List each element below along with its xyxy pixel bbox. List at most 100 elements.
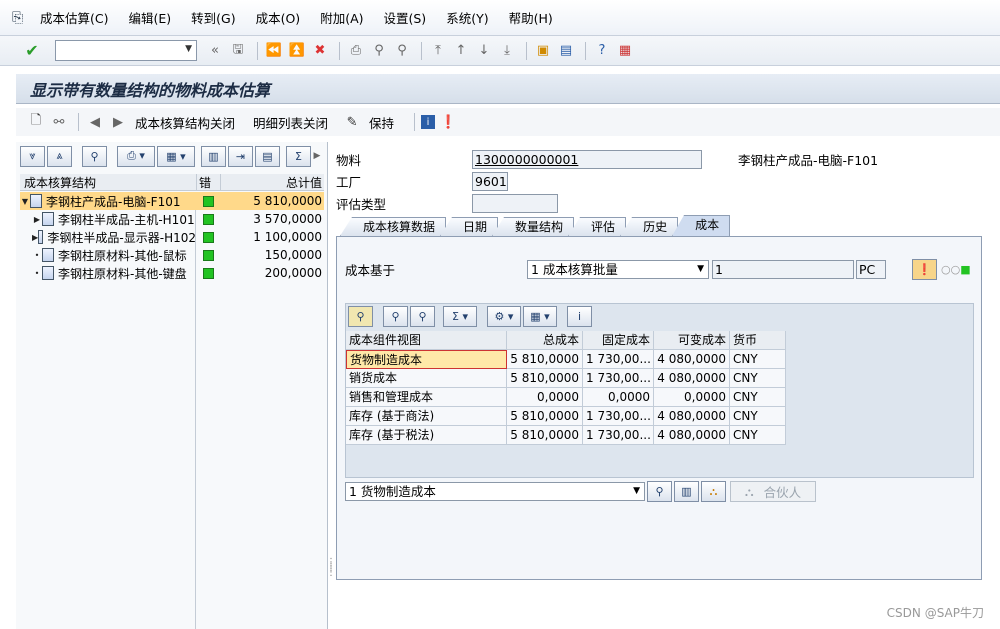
menu-system[interactable]: 系统(Y) (446, 8, 488, 27)
table-cell[interactable]: 货物制造成本 (346, 350, 507, 369)
detail-list-close-button[interactable]: 明细列表关闭 (253, 113, 328, 132)
tree-row[interactable]: ▶ 李钢柱半成品-主机-H101 3 570,0000 (20, 210, 324, 228)
new-session-icon[interactable]: ▣ (533, 41, 553, 61)
tree-header-structure[interactable]: 成本核算结构 (20, 174, 196, 190)
hierarchy-icon[interactable]: ⛬ (701, 481, 726, 502)
tab-dates[interactable]: 日期 (440, 217, 499, 236)
expand-all-icon[interactable]: ⩔ (20, 145, 45, 167)
unit-field[interactable]: PC (856, 260, 886, 279)
help-icon[interactable]: ? (592, 41, 612, 61)
table-cell[interactable]: 销售和管理成本 (346, 388, 507, 407)
last-page-icon[interactable]: ⤓ (497, 41, 517, 61)
previous-icon[interactable]: ◀ (85, 112, 105, 132)
table-view-icon[interactable]: ▥ (674, 481, 699, 502)
tree-header-error[interactable]: 错 (196, 174, 220, 190)
tab-valuation[interactable]: 评估 (568, 217, 627, 236)
tree-row[interactable]: ▼ 李钢柱产成品-电脑-F101 5 810,0000 (20, 192, 324, 210)
tree-header-total[interactable]: 总计值 (220, 174, 324, 190)
collapse-all-icon[interactable]: ⩓ (47, 145, 72, 167)
qty-field[interactable]: 1 (712, 260, 854, 279)
layout-select-icon[interactable]: ▦ ▾ (157, 145, 195, 167)
table-row[interactable]: 库存 (基于商法) 5 810,0000 1 730,00... 4 080,0… (346, 407, 786, 426)
tab-costs[interactable]: 成本 (672, 215, 731, 236)
cost-based-select[interactable]: 1 成本核算批量 ▼ (527, 260, 709, 279)
find-next-icon[interactable]: ⚲ (410, 305, 435, 327)
table-row[interactable]: 销售和管理成本 0,0000 0,0000 0,0000 CNY (346, 388, 786, 407)
find-icon[interactable]: ⚲ (383, 305, 408, 327)
tree-row[interactable]: ▶ 李钢柱半成品-显示器-H102 1 100,0000 (20, 228, 324, 246)
print-icon[interactable]: ⎙ (346, 41, 366, 61)
menu-edit[interactable]: 编辑(E) (128, 8, 171, 27)
valuation-field[interactable] (472, 193, 558, 213)
menu-cost[interactable]: 成本(O) (256, 8, 301, 27)
more-icon[interactable]: ▶ (313, 146, 321, 166)
details-icon[interactable]: ▤ (255, 145, 280, 167)
sum-icon[interactable]: Σ ▾ (443, 305, 477, 327)
message-log-icon[interactable]: ❗ (438, 112, 458, 132)
chevron-down-icon[interactable]: ▼ (697, 261, 704, 278)
table-cell[interactable]: 库存 (基于商法) (346, 407, 507, 426)
back-icon[interactable]: ⏪ (264, 41, 284, 61)
glasses-icon[interactable]: ⚯ (49, 112, 69, 132)
menu-help[interactable]: 帮助(H) (509, 8, 553, 27)
export-icon[interactable]: ⚙ ▾ (487, 305, 521, 327)
col-header-component[interactable]: 成本组件视图 (346, 331, 507, 350)
tab-costing-data[interactable]: 成本核算数据 (340, 217, 447, 236)
print-icon[interactable]: ⎙ ▾ (117, 145, 155, 167)
tree-row[interactable]: • 李钢柱原材料-其他-鼠标 150,0000 (20, 246, 324, 264)
table-cell[interactable]: 库存 (基于税法) (346, 426, 507, 445)
table-row[interactable]: 货物制造成本 5 810,0000 1 730,00... 4 080,0000… (346, 350, 786, 369)
menu-toggle-icon[interactable]: ⎘ (12, 9, 30, 27)
enter-icon[interactable]: ✔ (22, 41, 42, 61)
tab-history[interactable]: 历史 (620, 217, 679, 236)
first-page-icon[interactable]: ⤒ (428, 41, 448, 61)
next-icon[interactable]: ▶ (108, 112, 128, 132)
material-field[interactable]: 1300000000001 (472, 149, 702, 169)
export-icon[interactable]: ⇥ (228, 145, 253, 167)
cancel-icon[interactable]: ✖ (310, 41, 330, 61)
find-icon[interactable]: ⚲ (82, 145, 107, 167)
exit-icon[interactable]: ⏫ (287, 41, 307, 61)
shortcut-icon[interactable]: ▤ (556, 41, 576, 61)
menu-cost-estimate[interactable]: 成本估算(C) (40, 8, 108, 27)
menu-goto[interactable]: 转到(G) (191, 8, 235, 27)
save-icon[interactable]: 🖫 (228, 41, 248, 61)
table-cell[interactable]: 销货成本 (346, 369, 507, 388)
find-icon[interactable]: ⚲ (369, 41, 389, 61)
chevron-down-icon[interactable]: ▼ (185, 44, 192, 54)
menu-extras[interactable]: 附加(A) (320, 8, 363, 27)
col-header-currency[interactable]: 货币 (730, 331, 786, 350)
info-icon[interactable]: i (421, 115, 436, 129)
info-icon[interactable]: i (567, 305, 592, 327)
pane-splitter[interactable]: ⋮ ⋮ ⋮ (326, 558, 336, 578)
new-document-icon[interactable]: 🗋 (26, 112, 46, 132)
next-page-icon[interactable]: ↓ (474, 41, 494, 61)
partner-button[interactable]: ⛬ 合伙人 (730, 481, 816, 502)
tree-row[interactable]: • 李钢柱原材料-其他-键盘 200,0000 (20, 264, 324, 282)
prev-page-icon[interactable]: ↑ (451, 41, 471, 61)
layout-select-icon[interactable]: ▦ ▾ (523, 305, 557, 327)
menu-settings[interactable]: 设置(S) (384, 8, 427, 27)
structure-close-button[interactable]: 成本核算结构关闭 (135, 113, 235, 132)
col-header-variable[interactable]: 可变成本 (654, 331, 730, 350)
chevron-down-icon[interactable]: ▼ (633, 483, 640, 500)
details-icon[interactable]: ⚲ (348, 305, 373, 327)
table-row[interactable]: 库存 (基于税法) 5 810,0000 1 730,00... 4 080,0… (346, 426, 786, 445)
col-header-total[interactable]: 总成本 (507, 331, 583, 350)
history-back-icon[interactable]: « (205, 41, 225, 61)
column-icon[interactable]: ▥ (201, 145, 226, 167)
tab-qty-structure[interactable]: 数量结构 (492, 217, 575, 236)
keep-button[interactable]: 保持 (369, 113, 394, 132)
command-field[interactable]: ▼ (55, 40, 197, 61)
table-row[interactable]: 销货成本 5 810,0000 1 730,00... 4 080,0000 C… (346, 369, 786, 388)
col-header-fixed[interactable]: 固定成本 (583, 331, 654, 350)
expand-icon[interactable]: ▶ (32, 215, 42, 224)
keep-icon[interactable]: ✎ (342, 112, 362, 132)
layout-icon[interactable]: ▦ (615, 41, 635, 61)
message-icon[interactable]: ❗ (912, 259, 937, 280)
find-next-icon[interactable]: ⚲ (392, 41, 412, 61)
cost-component-select[interactable]: 1 货物制造成本 ▼ (345, 482, 645, 501)
plant-field[interactable]: 9601 (472, 171, 508, 191)
expand-icon[interactable]: ▼ (20, 197, 30, 206)
zoom-icon[interactable]: ⚲ (647, 481, 672, 502)
